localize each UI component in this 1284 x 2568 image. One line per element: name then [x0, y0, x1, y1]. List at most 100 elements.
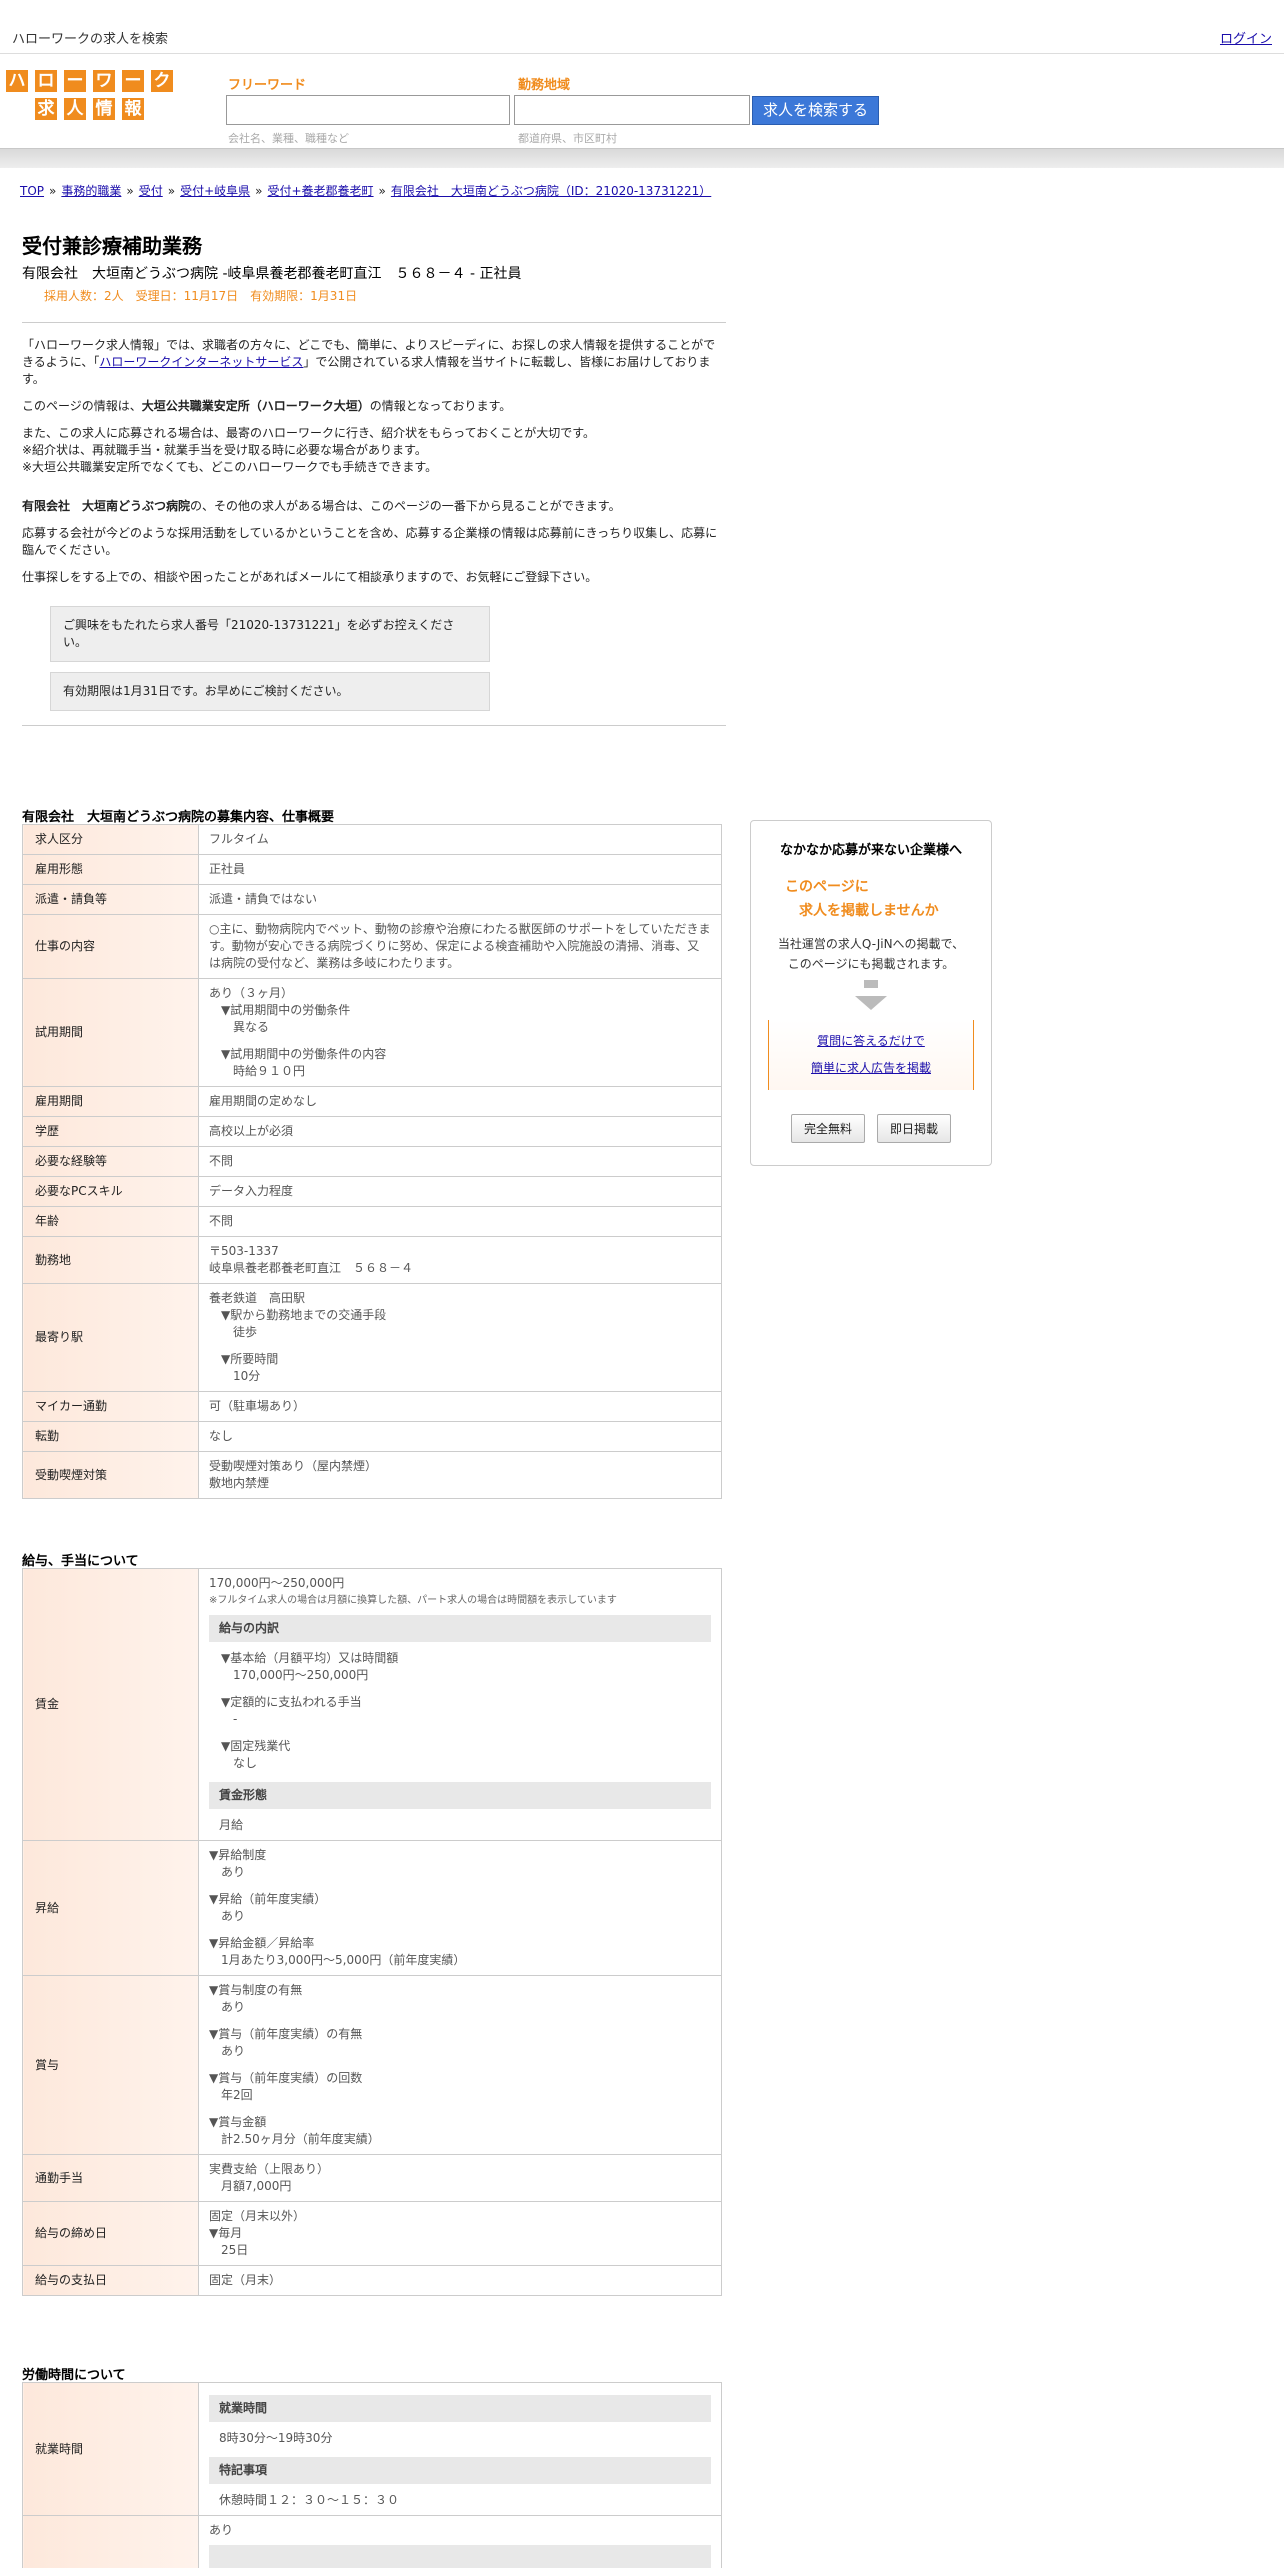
ad-title: なかなか応募が来ない企業様へ	[779, 843, 962, 858]
row-label: 必要なPCスキル	[22, 1176, 199, 1207]
area-input[interactable]	[514, 95, 750, 125]
row-value: なし	[198, 1421, 722, 1452]
hellowork-internet-link[interactable]: ハローワークインターネットサービス	[99, 355, 303, 369]
table-row: 勤務地 〒503-1337 岐阜県養老郡養老町直江 ５６８－４	[22, 1236, 722, 1284]
row-label: 年齢	[22, 1206, 199, 1237]
down-arrow-icon	[855, 996, 887, 1010]
breadcrumb-link[interactable]: TOP	[20, 184, 44, 198]
breakdown-heading: 給与の内訳	[209, 1615, 711, 1642]
job-number-notice: ご興味をもたれたら求人番号「21020-13731221」を必ずお控えください。	[50, 606, 490, 662]
row-value: 不問	[198, 1146, 722, 1177]
table-row: 給与の締め日 固定（月末以外） ▼毎月 25日	[22, 2201, 722, 2266]
table-row: 雇用期間 雇用期間の定めなし	[22, 1086, 722, 1117]
row-label: 雇用期間	[22, 1086, 199, 1117]
logo-char: 報	[120, 96, 146, 122]
table-row: 賃金 170,000円〜250,000円 ※フルタイム求人の場合は月額に換算した…	[22, 1568, 722, 1841]
row-value: フルタイム	[198, 824, 722, 855]
overview-heading: 有限会社 大垣南どうぶつ病院の募集内容、仕事概要	[22, 810, 335, 825]
row-value: 養老鉄道 高田駅 ▼駅から勤務地までの交通手段 徒歩 ▼所要時間 10分	[198, 1283, 722, 1392]
same-day-button[interactable]: 即日掲載	[877, 1114, 952, 1143]
breadcrumb-link[interactable]: 事務的職業	[61, 184, 121, 198]
breadcrumb-link[interactable]: 受付	[139, 184, 163, 198]
free-button[interactable]: 完全無料	[790, 1114, 865, 1143]
freeword-label: フリーワード	[228, 78, 307, 93]
row-value: 〒503-1337 岐阜県養老郡養老町直江 ５６８－４	[198, 1236, 722, 1284]
wage-type-heading: 賃金形態	[209, 1782, 711, 1809]
logo-char: ク	[149, 68, 175, 94]
table-row: 通勤手当 実費支給（上限あり） 月額7,000円	[22, 2154, 722, 2202]
row-value: 固定（月末）	[198, 2265, 722, 2296]
consult-paragraph: 仕事探しをする上での、相談や困ったことがあればメールにて相談承りますので、お気軽…	[22, 570, 598, 584]
row-label: 派遣・請負等	[22, 884, 199, 915]
login-link[interactable]: ログイン	[1220, 28, 1272, 47]
row-value: 不問	[198, 1206, 722, 1237]
table-row: マイカー通勤 可（駐車場あり）	[22, 1391, 722, 1422]
logo-char: ー	[62, 68, 88, 94]
row-label: 昇給	[22, 1840, 199, 1976]
breadcrumb-link[interactable]: 受付+養老郡養老町	[267, 184, 373, 198]
office-paragraph: このページの情報は、大垣公共職業安定所（ハローワーク大垣）の情報となっております…	[22, 399, 512, 413]
table-row: 仕事の内容 ○主に、動物病院内でペット、動物の診療や治療にわたる獣医師のサポートを…	[22, 914, 722, 979]
search-button[interactable]: 求人を検索する	[752, 96, 879, 125]
ad-headline: このページに	[785, 879, 869, 895]
ad-link[interactable]: 質問に答えるだけで	[817, 1034, 925, 1048]
logo-char: 求	[33, 96, 59, 122]
job-intro: 受付兼診療補助業務 有限会社 大垣南どうぶつ病院 -岐阜県養老郡養老町直江 ５６…	[22, 230, 726, 740]
table-row: 賞与 ▼賞与制度の有無 あり ▼賞与（前年度実績）の有無 あり ▼賞与（前年度実績）…	[22, 1975, 722, 2155]
logo-char: ハ	[4, 68, 30, 94]
row-value: ▼賞与制度の有無 あり ▼賞与（前年度実績）の有無 あり ▼賞与（前年度実績）の回数…	[198, 1975, 722, 2155]
table-row: 昇給 ▼昇給制度 あり ▼昇給（前年度実績） あり ▼昇給金額／昇給率 1月あたり3,…	[22, 1840, 722, 1976]
row-value: あり	[198, 2515, 722, 2568]
freeword-input[interactable]	[226, 95, 510, 125]
site-title: ハローワークの求人を検索	[12, 32, 169, 47]
row-label: 通勤手当	[22, 2154, 199, 2202]
deadline-notice: 有効期限は1月31日です。お早めにご検討ください。	[50, 672, 490, 711]
divider	[22, 322, 726, 323]
table-row: 最寄り駅 養老鉄道 高田駅 ▼駅から勤務地までの交通手段 徒歩 ▼所要時間 10…	[22, 1283, 722, 1392]
overview-table: 求人区分 フルタイム 雇用形態 正社員 派遣・請負等 派遣・請負ではない 仕事の内容 ○…	[22, 824, 722, 1499]
row-value: 受動喫煙対策あり（屋内禁煙） 敷地内禁煙	[198, 1451, 722, 1499]
breadcrumb-link[interactable]: 受付+岐阜県	[180, 184, 250, 198]
row-value: 正社員	[198, 854, 722, 885]
row-value: ▼昇給制度 あり ▼昇給（前年度実績） あり ▼昇給金額／昇給率 1月あたり3,000…	[198, 1840, 722, 1976]
ad-text: 当社運営の求人Q-JiNへの掲載で、 このページにも掲載されます。	[777, 937, 965, 971]
table-row: 雇用形態 正社員	[22, 854, 722, 885]
row-label: 学歴	[22, 1116, 199, 1147]
row-value: 高校以上が必須	[198, 1116, 722, 1147]
row-label: 求人区分	[22, 824, 199, 855]
hellowork-logo[interactable]: ハ ロ ー ワ ー ク 求 人 情 報	[4, 68, 180, 124]
advertise-box: なかなか応募が来ない企業様へ このページに 求人を掲載しませんか 当社運営の求人…	[750, 820, 992, 1166]
salary-heading: 給与、手当について	[22, 1554, 139, 1569]
row-value: ○主に、動物病院内でペット、動物の診療や治療にわたる獣医師のサポートをしていただ…	[198, 914, 722, 979]
job-subtitle: 有限会社 大垣南どうぶつ病院 -岐阜県養老郡養老町直江 ５６８－４ - 正社員	[22, 266, 522, 282]
table-row: 受動喫煙対策 受動喫煙対策あり（屋内禁煙） 敷地内禁煙	[22, 1451, 722, 1499]
area-hint: 都道府県、市区町村	[518, 132, 617, 145]
row-value: データ入力程度	[198, 1176, 722, 1207]
header-divider	[0, 148, 1284, 168]
row-value: 実費支給（上限あり） 月額7,000円	[198, 2154, 722, 2202]
breadcrumb: TOP» 事務的職業» 受付» 受付+岐阜県» 受付+養老郡養老町» 有限会社 大垣南どう…	[20, 184, 712, 198]
row-label: 試用期間	[22, 978, 199, 1087]
table-row: 派遣・請負等 派遣・請負ではない	[22, 884, 722, 915]
row-label: 就業時間	[22, 2382, 199, 2516]
breadcrumb-link[interactable]: 有限会社 大垣南どうぶつ病院（ID：21020-13731221）	[391, 184, 711, 198]
row-value: あり（３ヶ月） ▼試用期間中の労働条件 異なる ▼試用期間中の労働条件の内容 時…	[198, 978, 722, 1087]
table-row: 転勤 なし	[22, 1421, 722, 1452]
hours-heading: 労働時間について	[22, 2368, 126, 2383]
area-label: 勤務地域	[518, 78, 571, 93]
row-label: 受動喫煙対策	[22, 1451, 199, 1499]
divider	[22, 725, 726, 726]
table-row: 必要なPCスキル データ入力程度	[22, 1176, 722, 1207]
row-value: 雇用期間の定めなし	[198, 1086, 722, 1117]
ad-headline: 求人を掲載しませんか	[799, 903, 939, 919]
table-row: 年齢 不問	[22, 1206, 722, 1237]
row-value: 170,000円〜250,000円 ※フルタイム求人の場合は月額に換算した額、パ…	[198, 1568, 722, 1841]
ad-link[interactable]: 簡単に求人広告を掲載	[811, 1061, 931, 1075]
row-label: 転勤	[22, 1421, 199, 1452]
ad-link-box: 質問に答えるだけで 簡単に求人広告を掲載	[768, 1020, 974, 1090]
row-value: 可（駐車場あり）	[198, 1391, 722, 1422]
intro-paragraph: 「ハローワーク求人情報」では、求職者の方々に、どこでも、簡単に、よりスピーディに…	[22, 338, 716, 386]
logo-char: ロ	[33, 68, 59, 94]
row-label: 仕事の内容	[22, 914, 199, 979]
row-label: 雇用形態	[22, 854, 199, 885]
